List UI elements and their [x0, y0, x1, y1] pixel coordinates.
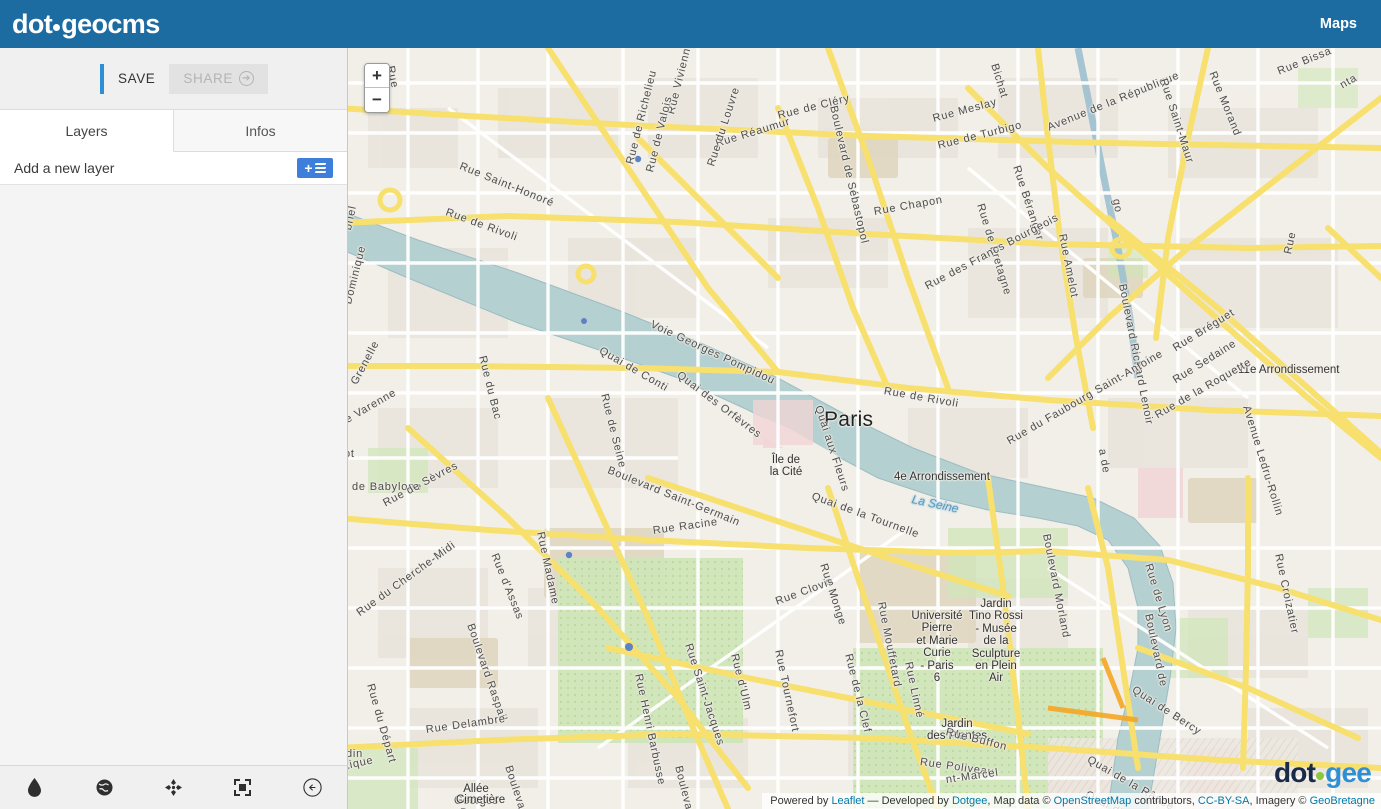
map-attribution: Powered by Leaflet — Developed by Dotgee…	[762, 793, 1381, 809]
logo-dot-mark	[53, 23, 61, 31]
tab-layers[interactable]: Layers	[0, 110, 174, 152]
maps-nav-link[interactable]: Maps	[1320, 16, 1357, 32]
move-arrows-icon[interactable]	[139, 779, 208, 796]
map-viewport[interactable]: Paris Île de la Cité 4e Arrondissement 11…	[348, 48, 1381, 809]
dotgee-watermark: dot gee	[1274, 757, 1372, 788]
plus-icon: +	[304, 160, 313, 176]
app-logo: dot geocms	[12, 8, 160, 39]
sidebar-tabs: Layers Infos	[0, 110, 347, 152]
sidebar-actions-bar: SAVE SHARE ➔	[0, 48, 347, 110]
share-button[interactable]: SHARE ➔	[169, 63, 268, 94]
attr-osm-link[interactable]: OpenStreetMap	[1054, 795, 1132, 807]
sidebar-bottom-toolbar	[0, 765, 347, 809]
logo-text-dot: dot	[12, 8, 53, 39]
back-circle-icon[interactable]	[278, 778, 347, 797]
logo-text-geocms: geocms	[61, 8, 160, 39]
drop-icon[interactable]	[0, 778, 69, 797]
watermark-dot-mark	[1316, 772, 1325, 780]
map-tiles	[348, 48, 1381, 809]
attr-developed-by: Developed by	[881, 795, 949, 807]
layer-list	[0, 186, 347, 765]
arrow-circle-right-icon: ➔	[238, 71, 254, 86]
add-layer-label: Add a new layer	[14, 160, 115, 176]
add-layer-row: Add a new layer +	[0, 152, 347, 185]
attr-leaflet-link[interactable]: Leaflet	[831, 795, 864, 807]
zoom-in-button[interactable]: +	[365, 64, 389, 88]
sidebar-panel: SAVE SHARE ➔ Layers Infos Add a new layer…	[0, 48, 348, 809]
fullscreen-icon[interactable]	[208, 779, 277, 796]
attr-geobretagne-link[interactable]: GeoBretagne	[1310, 795, 1375, 807]
attr-imagery: , Imagery ©	[1249, 795, 1310, 807]
attr-powered-by: Powered by	[770, 795, 829, 807]
share-button-label: SHARE	[183, 71, 233, 86]
attr-dash: —	[867, 795, 879, 807]
add-layer-button[interactable]: +	[297, 158, 333, 178]
zoom-out-button[interactable]: −	[365, 88, 389, 112]
map-zoom-control: + −	[364, 63, 390, 113]
attr-contributors: contributors,	[1131, 795, 1198, 807]
attr-map-data: , Map data ©	[987, 795, 1054, 807]
watermark-text-gee: gee	[1325, 757, 1372, 788]
action-button-group: SAVE SHARE ➔	[100, 63, 268, 94]
watermark-text-dot: dot	[1274, 757, 1316, 788]
attr-license-link[interactable]: CC-BY-SA	[1198, 795, 1250, 807]
attr-dotgee-link[interactable]: Dotgee	[952, 795, 987, 807]
app-header: dot geocms Maps	[0, 0, 1381, 48]
tab-infos[interactable]: Infos	[174, 110, 347, 151]
layers-stack-icon	[314, 163, 326, 173]
application-root: dot geocms Maps SAVE SHARE ➔ Layers Infos …	[0, 0, 1381, 809]
save-button[interactable]: SAVE	[104, 63, 170, 94]
globe-icon[interactable]	[69, 779, 138, 796]
